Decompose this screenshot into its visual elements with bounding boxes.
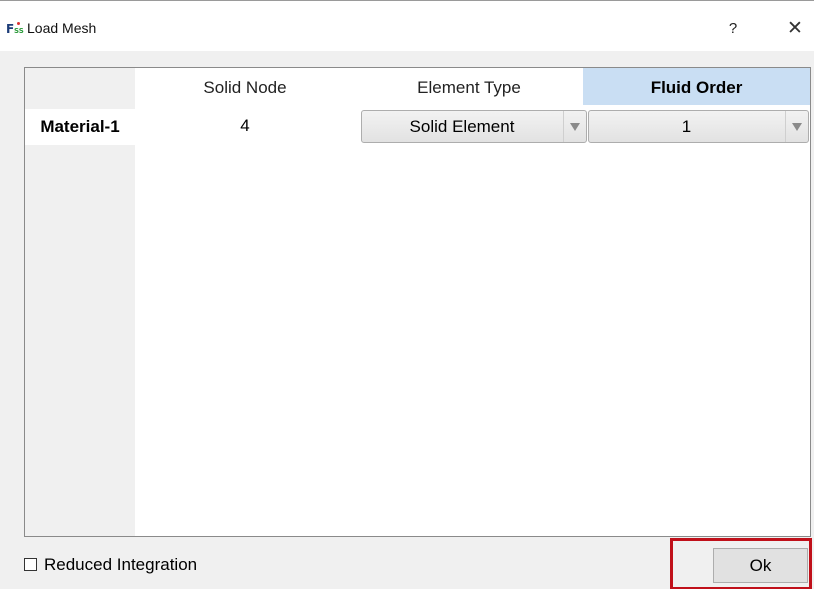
row-header-column: Material-1: [25, 68, 135, 536]
help-button[interactable]: ?: [718, 17, 748, 41]
column-header-element-type[interactable]: Element Type: [355, 68, 583, 105]
cell-solid-node[interactable]: 4: [135, 108, 355, 144]
app-logo-letter: F: [6, 22, 15, 36]
ok-button[interactable]: Ok: [713, 548, 808, 583]
row-header-material-1[interactable]: Material-1: [25, 109, 135, 145]
column-header-solid-node[interactable]: Solid Node: [135, 68, 355, 105]
window-title: Load Mesh: [27, 20, 97, 36]
close-button[interactable]: ✕: [778, 17, 812, 41]
column-header-fluid-order[interactable]: Fluid Order: [583, 68, 810, 105]
reduced-integration-checkbox[interactable]: [24, 558, 37, 571]
fluid-order-value: 1: [681, 117, 692, 136]
app-logo-icon: F SS: [6, 22, 24, 36]
app-logo-dot: [17, 22, 20, 25]
load-mesh-dialog: F SS Load Mesh ? ✕ Material-1 Solid Node…: [0, 0, 814, 589]
fluid-order-dropdown-button[interactable]: [785, 111, 808, 142]
element-type-value: Solid Element: [409, 117, 515, 136]
material-table: Material-1 Solid Node Element Type Fluid…: [24, 67, 811, 537]
chevron-down-icon: [570, 123, 580, 131]
element-type-dropdown-button[interactable]: [563, 111, 586, 142]
title-bar: F SS Load Mesh ? ✕: [0, 1, 814, 51]
reduced-integration-label[interactable]: Reduced Integration: [44, 554, 197, 576]
element-type-combobox[interactable]: Solid Element: [361, 110, 587, 143]
app-logo-subtext: SS: [14, 27, 24, 35]
chevron-down-icon: [792, 123, 802, 131]
fluid-order-combobox[interactable]: 1: [588, 110, 809, 143]
